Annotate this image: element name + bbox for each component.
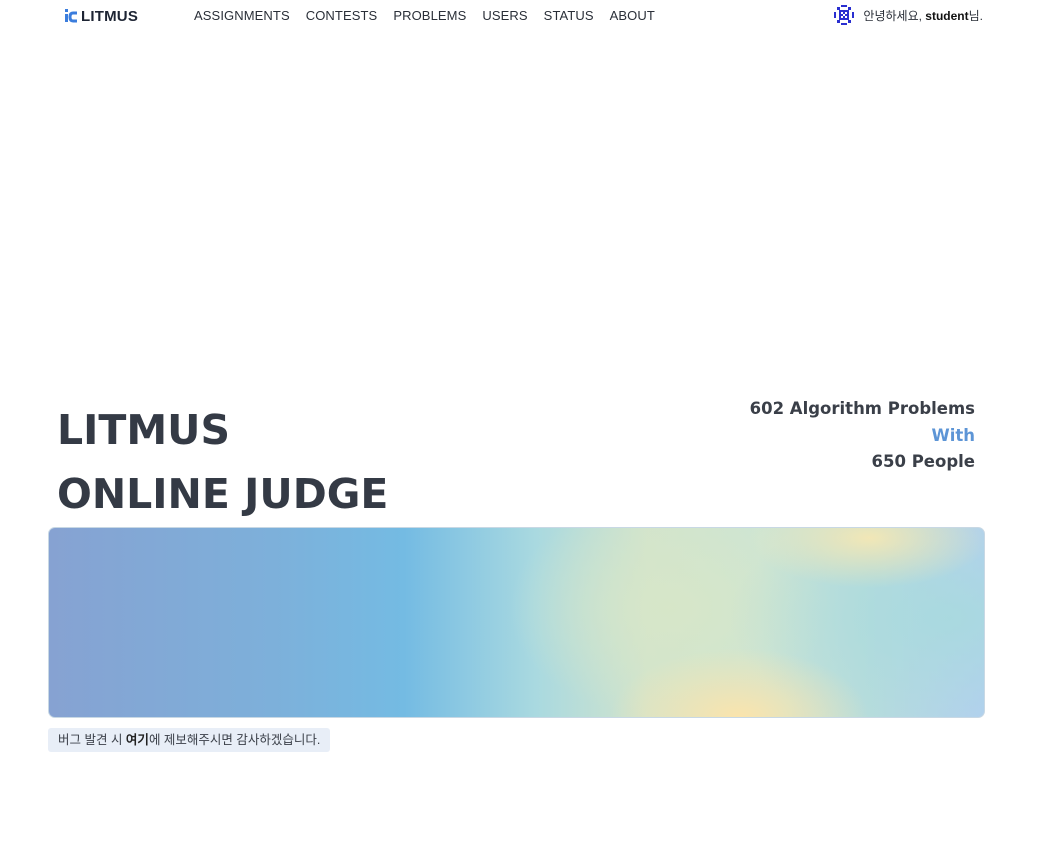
user-menu[interactable]: 안녕하세요, student님. [834, 5, 983, 25]
hero-title: LITMUS ONLINE JUDGE [57, 398, 388, 526]
hero-banner [48, 527, 985, 718]
nav-about[interactable]: ABOUT [610, 7, 655, 25]
greeting-prefix: 안녕하세요, [863, 8, 926, 23]
page: LITMUS ASSIGNMENTS CONTESTS PROBLEMS USE… [0, 0, 1057, 863]
bug-report-prefix: 버그 발견 시 [58, 733, 126, 747]
site-stats: 602 Algorithm Problems With 650 People [750, 396, 975, 476]
nav-problems[interactable]: PROBLEMS [393, 7, 466, 25]
problem-count: 602 Algorithm Problems [749, 399, 975, 418]
logo-text: LITMUS [81, 7, 139, 25]
nav-status[interactable]: STATUS [544, 7, 594, 25]
nav-assignments[interactable]: ASSIGNMENTS [194, 7, 290, 25]
nav-users[interactable]: USERS [482, 7, 527, 25]
hero-title-line1: LITMUS [57, 406, 230, 454]
user-count: 650 People [871, 452, 975, 471]
stats-connector: With [931, 425, 976, 445]
bug-report-note: 버그 발견 시 여기에 제보해주시면 감사하겠습니다. [48, 728, 331, 752]
logo-link[interactable]: LITMUS [64, 6, 138, 26]
bug-report-suffix: 에 제보해주시면 감사하겠습니다. [148, 733, 321, 747]
nav-menu: ASSIGNMENTS CONTESTS PROBLEMS USERS STAT… [194, 7, 671, 25]
identicon-avatar-icon[interactable] [834, 5, 855, 25]
top-navbar: LITMUS ASSIGNMENTS CONTESTS PROBLEMS USE… [0, 0, 1057, 32]
hero-title-line2: ONLINE JUDGE [57, 470, 389, 518]
bug-report-link[interactable]: 여기 [126, 733, 149, 747]
username: student [925, 8, 969, 23]
user-greeting: 안녕하세요, student님. [863, 7, 983, 24]
litmus-logo-icon [65, 9, 77, 23]
nav-contests[interactable]: CONTESTS [306, 7, 378, 25]
greeting-suffix: 님. [968, 8, 983, 23]
